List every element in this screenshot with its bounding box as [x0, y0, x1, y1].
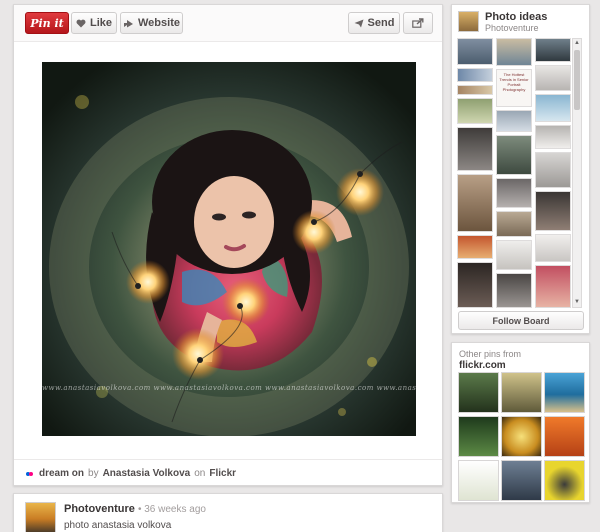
source-board-link[interactable]: dream on [39, 468, 84, 479]
scroll-up-icon[interactable]: ▲ [573, 39, 581, 48]
other-pins-card: Other pins from flickr.com [451, 342, 590, 503]
board-pin-thumb[interactable] [457, 38, 493, 65]
pin-card: Pin it Like Website Send www.anastasiavo… [13, 4, 443, 486]
board-pin-thumb[interactable] [457, 85, 493, 95]
pin-toolbar: Pin it Like Website Send [14, 5, 442, 42]
pin-source-line: dream on by Anastasia Volkova on Flickr [14, 459, 442, 487]
pin-image[interactable]: www.anastasiavolkova.com www.anastasiavo… [42, 62, 416, 436]
website-icon [123, 19, 134, 28]
board-title[interactable]: Photo ideas [485, 11, 547, 23]
board-pin-thumb[interactable] [457, 98, 493, 124]
board-pin-thumb[interactable] [496, 240, 532, 270]
scroll-thumb[interactable] [574, 50, 580, 110]
board-pin-thumb[interactable] [496, 178, 532, 208]
board-tile-caption: The Hottest Trends in Senior Portrait Ph… [499, 72, 529, 92]
comment-user: Photoventure • 36 weeks ago [64, 503, 206, 515]
website-button[interactable]: Website [120, 12, 183, 34]
board-pin-thumb[interactable] [535, 125, 571, 149]
other-pin-thumb[interactable] [458, 416, 499, 457]
other-pin-thumb[interactable] [458, 372, 499, 413]
like-label: Like [89, 17, 112, 29]
board-pin-thumb[interactable] [535, 94, 571, 122]
source-site-link[interactable]: Flickr [209, 468, 236, 479]
board-pin-thumb[interactable] [535, 265, 571, 308]
board-pin-thumb[interactable] [496, 110, 532, 132]
board-card: Photo ideas Photoventure The Hottest Tre… [451, 4, 590, 334]
board-pin-thumb[interactable] [535, 38, 571, 62]
other-pins-label: Other pins from [459, 349, 522, 359]
other-pin-thumb[interactable] [501, 372, 542, 413]
board-pin-thumb[interactable] [457, 68, 493, 82]
follow-board-button[interactable]: Follow Board [458, 311, 584, 330]
other-pin-thumb[interactable] [458, 460, 499, 501]
board-pin-caption-tile[interactable]: The Hottest Trends in Senior Portrait Ph… [496, 69, 532, 107]
comment-text: photo anastasia volkova [64, 520, 172, 531]
pin-it-button[interactable]: Pin it [25, 12, 69, 34]
share-button[interactable] [403, 12, 433, 34]
comment-card: Photoventure • 36 weeks ago photo anasta… [13, 493, 443, 532]
source-by-text: by [88, 468, 99, 479]
board-pin-thumb[interactable] [496, 211, 532, 237]
send-button[interactable]: Send [348, 12, 400, 34]
board-pin-thumb[interactable] [535, 65, 571, 91]
send-label: Send [367, 17, 395, 29]
board-owner[interactable]: Photoventure [485, 23, 539, 33]
board-pin-thumb[interactable] [535, 234, 571, 262]
avatar[interactable] [25, 502, 56, 532]
board-pin-thumb[interactable] [457, 235, 493, 259]
website-label: Website [138, 17, 180, 29]
other-pin-thumb[interactable] [501, 460, 542, 501]
board-pin-thumb[interactable] [457, 262, 493, 308]
other-pins-heading: Other pins from flickr.com [459, 349, 521, 371]
board-pin-thumb[interactable] [496, 135, 532, 175]
source-author-link[interactable]: Anastasia Volkova [103, 468, 191, 479]
source-on-text: on [194, 468, 206, 479]
other-pins-domain-link[interactable]: flickr.com [459, 360, 506, 371]
photo-watermark: www.anastasiavolkova.com www.anastasiavo… [42, 384, 416, 392]
board-pin-thumb[interactable] [535, 152, 571, 188]
board-pin-thumb[interactable] [535, 191, 571, 231]
heart-icon [76, 19, 86, 28]
board-pin-thumb[interactable] [496, 273, 532, 308]
board-scrollbar[interactable]: ▲ ▼ [572, 38, 582, 308]
comment-user-link[interactable]: Photoventure [64, 503, 135, 515]
pin-it-label: Pin it [30, 16, 64, 30]
other-pin-thumb[interactable] [544, 460, 585, 501]
board-pin-thumb[interactable] [457, 174, 493, 232]
flickr-icon [26, 471, 33, 476]
send-icon [354, 19, 364, 28]
scroll-down-icon[interactable]: ▼ [573, 298, 581, 307]
other-pin-thumb[interactable] [544, 416, 585, 457]
other-pin-thumb[interactable] [544, 372, 585, 413]
pin-photo-art [49, 95, 409, 436]
board-pin-grid: The Hottest Trends in Senior Portrait Ph… [457, 38, 571, 308]
board-thumbnail[interactable] [458, 11, 479, 32]
board-pin-thumb[interactable] [457, 127, 493, 171]
comment-time: • 36 weeks ago [137, 504, 206, 515]
board-pin-thumb[interactable] [496, 38, 532, 66]
like-button[interactable]: Like [71, 12, 117, 34]
share-icon [412, 18, 424, 28]
other-pin-thumb[interactable] [501, 416, 542, 457]
